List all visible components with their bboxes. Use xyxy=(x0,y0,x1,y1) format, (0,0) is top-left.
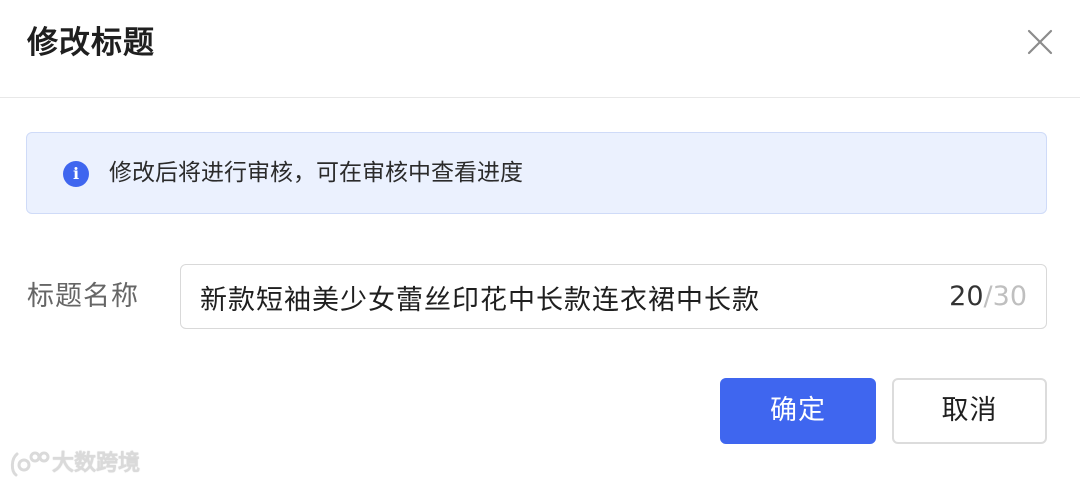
dialog-header: 修改标题 xyxy=(0,0,1080,98)
review-notice: i 修改后将进行审核，可在审核中查看进度 xyxy=(26,132,1047,214)
title-field-label: 标题名称 xyxy=(27,281,139,312)
title-input-wrapper[interactable]: 20/30 xyxy=(180,264,1047,329)
notice-text: 修改后将进行审核，可在审核中查看进度 xyxy=(109,160,523,186)
info-icon: i xyxy=(63,161,89,187)
close-icon[interactable] xyxy=(1022,24,1058,60)
watermark-text: 大数跨境 xyxy=(52,451,141,476)
edit-title-dialog: 修改标题 i 修改后将进行审核，可在审核中查看进度 标题名称 20/30 确定 … xyxy=(0,0,1080,483)
cancel-button[interactable]: 取消 xyxy=(892,378,1047,444)
char-counter: 20/30 xyxy=(949,278,1027,316)
char-count-current: 20 xyxy=(949,281,984,312)
char-count-max: 30 xyxy=(992,281,1027,312)
watermark-logo-icon xyxy=(10,451,50,477)
confirm-button[interactable]: 确定 xyxy=(720,378,876,444)
char-count-separator: / xyxy=(983,281,993,312)
dialog-title: 修改标题 xyxy=(27,25,155,61)
title-input[interactable] xyxy=(200,275,920,319)
watermark: 大数跨境 xyxy=(8,445,140,481)
